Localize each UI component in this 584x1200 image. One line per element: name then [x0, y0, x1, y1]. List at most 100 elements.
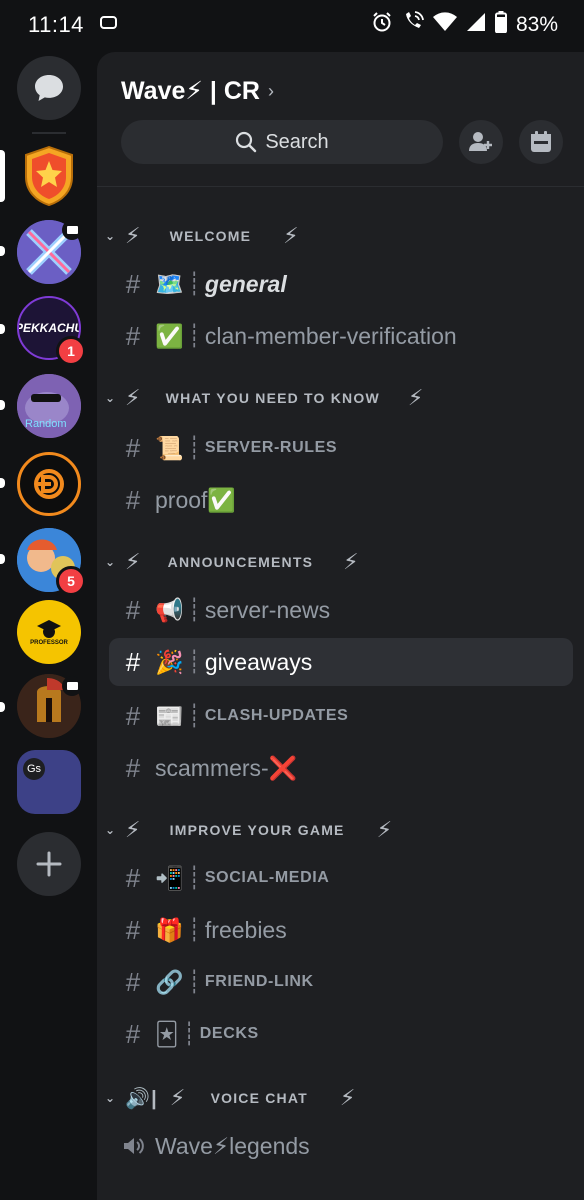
- chevron-down-icon: ⌄: [105, 1091, 117, 1105]
- channel-clan-member-verification[interactable]: # ✅ ┊ clan-member-verification: [109, 312, 573, 360]
- channel-server-rules[interactable]: # 📜 ┊ SERVER-RULES: [109, 424, 573, 472]
- channel-emoji: 🎉: [155, 648, 184, 675]
- channel-separator: ┊: [187, 969, 201, 994]
- channel-separator: ┊: [187, 435, 201, 460]
- channel-giveaways[interactable]: # 🎉 ┊ giveaways: [109, 638, 573, 686]
- category-label: VOICE CHAT: [210, 1090, 308, 1106]
- channel-name: SOCIAL-MEDIA: [204, 869, 330, 886]
- category-label: ANNOUNCEMENTS: [167, 554, 314, 570]
- channel-name: general: [204, 270, 287, 297]
- channel-emoji: 📜: [155, 434, 184, 461]
- category-label: IMPROVE YOUR GAME: [169, 822, 345, 838]
- channel-separator: ┊: [182, 1021, 196, 1046]
- channel-general[interactable]: # 🗺️ ┊ general: [109, 260, 573, 308]
- category-emoji: ⚡: [339, 1085, 357, 1110]
- channel-server-news[interactable]: # 📢 ┊ server-news: [109, 586, 573, 634]
- unread-dot: [0, 324, 5, 334]
- speaker-icon: [111, 1136, 155, 1156]
- category-welcome[interactable]: ⌄ ⚡ WELCOME ⚡: [105, 218, 300, 254]
- direct-messages-button[interactable]: [17, 56, 81, 120]
- channel-emoji: 📢: [155, 596, 184, 623]
- events-calendar-icon: [531, 131, 551, 152]
- add-server-button[interactable]: [17, 832, 81, 896]
- category-what-you-need-to-know[interactable]: ⌄ ⚡ WHAT YOU NEED TO KNOW ⚡: [105, 380, 425, 416]
- text-channel-icon: #: [125, 966, 141, 997]
- monitor-icon: [62, 220, 82, 240]
- events-button[interactable]: [519, 120, 563, 164]
- category-prefix: 🔊|: [125, 1087, 158, 1110]
- chevron-right-icon: ›: [267, 80, 274, 101]
- search-icon: [236, 131, 257, 153]
- server-random-icon[interactable]: Random: [17, 374, 81, 438]
- guild-name: Wave⚡ | CR: [121, 77, 260, 105]
- channel-clash-updates[interactable]: # 📰 ┊ CLASH-UPDATES: [109, 692, 573, 740]
- channel-scammers[interactable]: # scammers-❌: [109, 744, 573, 792]
- server-professor-icon[interactable]: PROFESSOR: [17, 600, 81, 664]
- mention-badge: 1: [56, 336, 86, 366]
- server-gs-label: Gs: [23, 758, 45, 780]
- channel-panel: Wave⚡ | CR › Search ⌄ ⚡ WELCOME ⚡ # 🗺️ ┊…: [97, 52, 584, 1200]
- channel-emoji: 📲: [155, 864, 184, 891]
- channel-emoji: 🗺️: [155, 270, 184, 297]
- text-channel-icon: #: [125, 594, 141, 625]
- category-emoji: ⚡: [125, 817, 142, 842]
- invite-members-icon: [469, 132, 492, 151]
- channel-name: freebies: [204, 916, 287, 943]
- chevron-down-icon: ⌄: [105, 229, 117, 243]
- server-d-icon[interactable]: [17, 452, 81, 516]
- guild-header[interactable]: Wave⚡ | CR ›: [121, 76, 274, 106]
- channel-decks[interactable]: # 🃏 ┊ DECKS: [109, 1010, 573, 1058]
- text-channel-icon: #: [125, 320, 141, 351]
- wifi-call-icon: [402, 11, 424, 39]
- channel-name: server-news: [204, 596, 331, 623]
- category-emoji: ⚡: [125, 385, 142, 410]
- channel-emoji: 🎁: [155, 916, 184, 943]
- channel-social-media[interactable]: # 📲 ┊ SOCIAL-MEDIA: [109, 854, 573, 902]
- text-channel-icon: #: [125, 646, 141, 677]
- text-channel-icon: #: [125, 268, 141, 299]
- rail-divider: [32, 132, 66, 134]
- channel-friend-link[interactable]: # 🔗 ┊ FRIEND-LINK: [109, 958, 573, 1006]
- battery-icon: [494, 11, 507, 39]
- category-emoji: ⚡: [125, 223, 142, 248]
- channel-separator: ┊: [187, 597, 201, 622]
- channel-name: CLASH-UPDATES: [204, 707, 349, 724]
- server-wave-icon[interactable]: [17, 144, 81, 208]
- category-emoji: ⚡: [343, 549, 360, 574]
- chevron-down-icon: ⌄: [105, 823, 117, 837]
- category-emoji: ⚡: [169, 1085, 187, 1110]
- invite-members-button[interactable]: [459, 120, 503, 164]
- channel-name: Wave⚡legends: [155, 1132, 310, 1159]
- channel-freebies[interactable]: # 🎁 ┊ freebies: [109, 906, 573, 954]
- category-announcements[interactable]: ⌄ ⚡ ANNOUNCEMENTS ⚡: [105, 544, 360, 580]
- category-improve-your-game[interactable]: ⌄ ⚡ IMPROVE YOUR GAME ⚡: [105, 812, 393, 848]
- text-channel-icon: #: [125, 432, 141, 463]
- wifi-icon: [432, 12, 457, 38]
- server-gs-icon[interactable]: Gs: [17, 750, 81, 814]
- chevron-down-icon: ⌄: [105, 555, 117, 569]
- text-channel-icon: #: [125, 862, 141, 893]
- channel-name: FRIEND-LINK: [204, 973, 314, 990]
- plus-icon: [36, 851, 62, 877]
- status-time: 11:14: [28, 12, 84, 37]
- search-placeholder: Search: [265, 130, 329, 153]
- channel-separator: ┊: [187, 917, 201, 942]
- channel-separator: ┊: [187, 271, 201, 296]
- channel-emoji: 🔗: [155, 968, 184, 995]
- category-emoji: ⚡: [376, 817, 394, 842]
- unread-dot: [0, 400, 5, 410]
- category-label: WELCOME: [169, 228, 252, 244]
- category-label: WHAT YOU NEED TO KNOW: [165, 390, 380, 406]
- unread-dot: [0, 478, 5, 488]
- chat-bubble-icon: [35, 75, 63, 101]
- channel-name: proof✅: [155, 486, 237, 513]
- channel-proof[interactable]: # proof✅: [109, 476, 573, 524]
- category-voice-chat[interactable]: ⌄ 🔊| ⚡ VOICE CHAT ⚡: [105, 1080, 357, 1116]
- channel-separator: ┊: [187, 865, 201, 890]
- channel-emoji: ✅: [155, 322, 184, 349]
- search-button[interactable]: Search: [121, 120, 443, 164]
- category-emoji: ⚡: [407, 385, 425, 410]
- voice-channel-wave-legends[interactable]: Wave⚡legends: [109, 1122, 573, 1170]
- text-channel-icon: #: [125, 484, 141, 515]
- status-bar: 11:14 83%: [0, 0, 584, 52]
